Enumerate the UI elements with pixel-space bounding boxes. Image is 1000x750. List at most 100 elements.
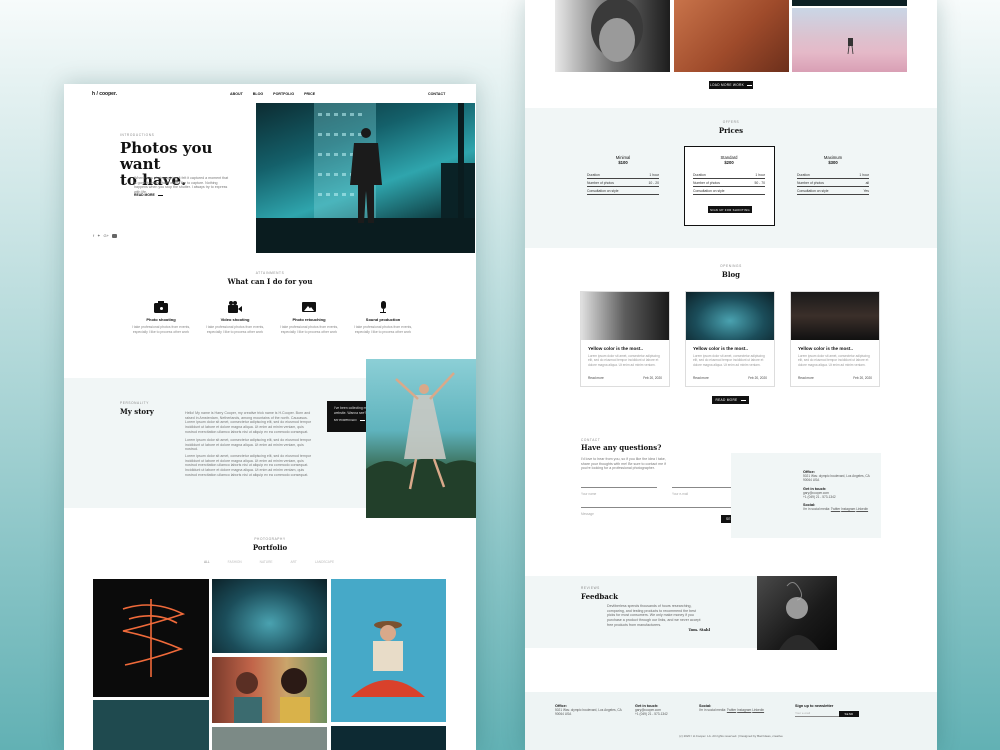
camera-icon [154,301,168,313]
filter-art[interactable]: ART [291,560,297,564]
social-link-twitter[interactable]: Twitter [831,507,840,511]
footer [525,692,937,750]
portfolio-photo-light[interactable] [93,579,209,697]
feedback-quote: Devliberless spends thousands of hours r… [607,604,701,627]
service-text: I take professional photos from events, … [131,325,191,334]
arrow-right-icon [359,419,365,421]
load-more-button[interactable]: LOAD MORE WORK [709,81,753,89]
contact-title: Have any questions? [581,443,662,452]
story-paragraph-3: Lorem ipsum dolor sit amet, consectetur … [185,454,312,477]
bw-man-art [591,0,643,62]
service-photo-retouching: Photo retouching I take professional pho… [272,301,346,334]
portfolio-photo-dark[interactable] [331,726,446,750]
portfolio-title: Portfolio [252,543,288,552]
newsletter-heading: Sign up to newsletter [795,704,834,708]
image-icon [302,301,316,313]
prices-title: Prices [718,126,744,135]
nav-contact-link[interactable]: CONTACT [428,92,445,96]
office-address: 5021 Wav. olympic boulevard, Los Angeles… [803,474,870,483]
blog-card-text: Lorem ipsum dolor sit amet, consectetur … [588,354,660,367]
story-paragraph-1: Hello! My name is Harry Cooper, my creat… [185,411,312,434]
portfolio-photo-texture[interactable] [93,700,209,750]
footer-social-text: I'm in social media: [699,708,727,712]
newsletter-email-input[interactable]: Your e-mail [795,711,839,717]
portfolio-photo-pink-lake[interactable] [792,8,907,72]
blog-card[interactable]: Yellow color is the most.. Lorem ipsum d… [790,291,880,387]
portfolio-photo-bw-man[interactable] [555,0,670,72]
row-value: 1 hour [755,172,765,177]
social-link-instagram[interactable]: Instagram [841,507,855,511]
blog-card[interactable]: Yellow color is the most.. Lorem ipsum d… [685,291,775,387]
contact-phone[interactable]: +1 (049) 21 - 573-1342 [803,495,875,499]
hero-read-more-link[interactable]: READ MORE [134,193,163,197]
nav-item-blog[interactable]: BLOG [253,92,263,96]
filter-all[interactable]: ALL [204,560,210,564]
services-eyebrow: ATTAINMENTS [255,271,285,275]
contact-message-input[interactable]: Message [581,502,749,516]
footer-copyright: (c) 2020 / H.Cooper. LA. All rights rese… [679,734,783,738]
footer-phone[interactable]: +1 (049) 21 - 573-1342 [635,712,695,716]
filter-fashion[interactable]: FASHION [228,560,242,564]
row-value: 1 hour [649,172,659,177]
social-link-linkedin[interactable]: Linkedin [856,507,868,511]
footer-link-instagram[interactable]: Instagram [737,708,751,712]
facebook-icon[interactable]: f [93,233,94,238]
service-text: I take professional photos from events, … [279,325,339,334]
youtube-icon[interactable] [111,233,117,238]
services-title: What can I do for you [227,277,313,286]
plan-row: Consultation on style Yes [797,187,869,195]
row-key: Number of photos [693,180,720,185]
footer-office: Office: 5021 Wav. olympic boulevard, Los… [555,704,625,717]
hero-social-links: f ✦ G+ [93,233,117,238]
twitter-icon[interactable]: ✦ [97,233,100,238]
portfolio-photo-wave[interactable] [212,579,327,653]
blog-card-title: Yellow color is the most.. [693,346,748,351]
arrow-right-icon [157,194,163,196]
hero-title-line-1: Photos you want [120,139,213,173]
price-plan-maximum: Maximum $300 Duration 1 hour Number of ph… [797,155,869,195]
sign-up-shooting-button[interactable]: SIGN UP FOR SHOOTING [708,206,752,213]
message-placeholder: Message [581,512,594,516]
nav-item-portfolio[interactable]: PORTFOLIO [273,92,294,96]
filter-nature[interactable]: NATURE [260,560,273,564]
row-value: 1 hour [859,172,869,177]
portfolio-photo-woman[interactable] [331,579,446,722]
blog-read-more-label: READ MORE [715,398,738,402]
pink-lake-art [847,38,854,55]
contact-name-input[interactable]: Your name [581,482,657,496]
portfolio-photo-friends[interactable] [212,657,327,723]
blog-card-read-more[interactable]: Read more [798,376,814,380]
hero-body: When I was photographing, it felt it cap… [134,176,229,195]
brand-logo[interactable]: h / cooper. [92,91,117,97]
google-plus-icon[interactable]: G+ [103,233,108,238]
blog-card-read-more[interactable]: Read more [693,376,709,380]
footer-link-linkedin[interactable]: Linkedin [752,708,764,712]
blog-title: Blog [721,270,741,279]
blog-read-more-button[interactable]: READ MORE [712,396,749,404]
nav-item-about[interactable]: ABOUT [230,92,243,96]
plan-row: Consultation on style [587,187,659,195]
service-video-shooting: Video shooting I take professional photo… [198,301,272,334]
row-value: all [865,180,869,185]
service-photo-shooting: Photo shooting I take professional photo… [124,301,198,334]
story-eyebrow: PERSONALITY [120,401,149,405]
portfolio-photo-woman-orange[interactable] [674,0,789,72]
plan-row: Duration 1 hour [693,171,765,179]
hero-eyebrow: INTRODUCTIONS [120,133,155,137]
portfolio-eyebrow: PHOTOGRAPHY [254,537,286,541]
blog-card-read-more[interactable]: Read more [588,376,604,380]
newsletter-send-button[interactable]: SEND [839,711,859,717]
plan-price: $100 [618,160,628,165]
nav-item-price[interactable]: PRICE [304,92,315,96]
plan-row: Number of photos all [797,179,869,187]
woman-art [351,621,425,697]
footer-link-twitter[interactable]: Twitter [727,708,736,712]
hero-photo-art [256,103,475,253]
filter-landscape[interactable]: LANDSCAPE [315,560,334,564]
service-sound-production: Sound production I take professional pho… [346,301,420,334]
contact-eyebrow: CONTACT [581,438,601,442]
portfolio-photo-top-strip[interactable] [792,0,907,6]
portfolio-photo-car[interactable] [212,727,327,750]
blog-card-text: Lorem ipsum dolor sit amet, consectetur … [693,354,765,367]
blog-card[interactable]: Yellow color is the most.. Lorem ipsum d… [580,291,670,387]
